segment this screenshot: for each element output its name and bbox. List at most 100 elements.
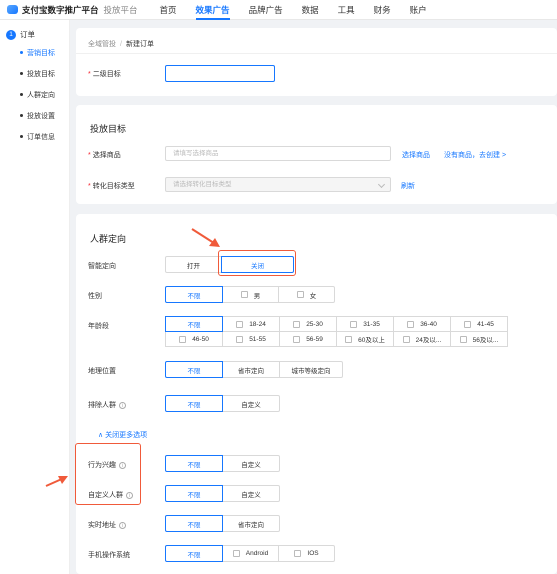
sidebar-item-marketing-goal[interactable]: 营销目标 <box>20 42 69 63</box>
age-option[interactable]: 46-50 <box>165 331 223 347</box>
annotation-arrow-icon <box>191 228 220 247</box>
step-number-badge: 1 <box>6 29 16 40</box>
phone-os-options: 不限 Android IOS <box>165 545 335 562</box>
os-android-option[interactable]: Android <box>222 545 279 562</box>
convert-type-select[interactable]: 请选择转化目标类型 <box>165 177 391 192</box>
nav-item-performance-ads[interactable]: 效果广告 <box>195 0 230 20</box>
brand[interactable]: 支付宝数字推广平台 投放平台 <box>7 4 138 16</box>
nav-item-tools[interactable]: 工具 <box>338 0 355 20</box>
step-sidebar: 1 订单 营销目标 投放目标 人群定向 投放设置 订单信息 <box>0 20 70 574</box>
exclude-crowd-options: 不限 自定义 <box>165 395 280 412</box>
age-option[interactable]: 24及以... <box>393 331 451 347</box>
age-option-any[interactable]: 不限 <box>165 316 223 332</box>
nav-item-account[interactable]: 账户 <box>410 0 427 20</box>
sidebar-item-order-info[interactable]: 订单信息 <box>20 126 69 147</box>
age-option[interactable]: 31-35 <box>336 316 394 332</box>
product-label: * 选择商品 <box>88 151 121 160</box>
top-nav-bar: 支付宝数字推广平台 投放平台 首页 效果广告 品牌广告 数据 工具 财务 账户 <box>0 0 557 20</box>
bullet-icon <box>20 135 23 138</box>
bullet-icon <box>20 72 23 75</box>
bullet-icon <box>20 51 23 54</box>
location-any-option[interactable]: 不限 <box>165 361 223 378</box>
nav-item-brand-ads[interactable]: 品牌广告 <box>249 0 283 20</box>
create-product-link[interactable]: 没有商品，去创建 > <box>444 150 506 160</box>
collapse-more-options-link[interactable]: ∧ 关闭更多选项 <box>98 430 147 440</box>
breadcrumb-current: 新建订单 <box>125 41 154 48</box>
behavior-any-option[interactable]: 不限 <box>165 455 223 472</box>
os-any-option[interactable]: 不限 <box>165 545 223 562</box>
info-icon: i <box>119 521 126 529</box>
sidebar-item-delivery-goal[interactable]: 投放目标 <box>20 63 69 84</box>
age-option[interactable]: 25-30 <box>279 316 337 332</box>
checkbox-icon <box>236 335 244 343</box>
exclude-crowd-label: 排除人群 i <box>88 400 126 410</box>
section-title-delivery: 投放目标 <box>90 124 127 134</box>
custom-crowd-custom-option[interactable]: 自定义 <box>222 485 280 502</box>
checkbox-icon <box>236 320 244 328</box>
age-option[interactable]: 18-24 <box>222 316 280 332</box>
gender-options: 不限 男 女 <box>165 286 335 303</box>
secondary-target-select[interactable] <box>165 65 275 82</box>
age-option[interactable]: 56及以... <box>450 331 508 347</box>
age-option[interactable]: 41-45 <box>450 316 508 332</box>
gender-any-option[interactable]: 不限 <box>165 286 223 303</box>
os-ios-option[interactable]: IOS <box>278 545 335 562</box>
checkbox-icon <box>407 320 415 328</box>
checkbox-icon <box>350 320 358 328</box>
secondary-target-label: * 二级目标 <box>88 70 121 79</box>
checkbox-icon <box>464 320 472 328</box>
smart-off-option[interactable]: 关闭 <box>221 256 294 273</box>
audience-card <box>76 214 557 574</box>
section-title-audience: 人群定向 <box>90 234 127 244</box>
bullet-icon <box>20 114 23 117</box>
nav-item-finance[interactable]: 财务 <box>374 0 391 20</box>
checkbox-icon <box>293 335 301 343</box>
age-option[interactable]: 56-59 <box>279 331 337 347</box>
location-city-level-option[interactable]: 城市等级定向 <box>279 361 343 378</box>
bullet-icon <box>20 93 23 96</box>
checkbox-icon <box>293 320 301 328</box>
checkbox-icon <box>294 550 302 557</box>
custom-crowd-any-option[interactable]: 不限 <box>165 485 223 502</box>
select-product-link[interactable]: 选择商品 <box>402 150 430 160</box>
step-label: 订单 <box>20 30 35 39</box>
age-option[interactable]: 51-55 <box>222 331 280 347</box>
step-order[interactable]: 1 订单 <box>6 29 69 40</box>
breadcrumb-separator: / <box>120 41 122 48</box>
gender-female-option[interactable]: 女 <box>278 286 335 303</box>
main-nav: 首页 效果广告 品牌广告 数据 工具 财务 账户 <box>160 0 446 20</box>
brand-name: 支付宝数字推广平台 <box>22 4 99 15</box>
annotation-arrow-icon <box>45 476 68 487</box>
exclude-any-option[interactable]: 不限 <box>165 395 223 412</box>
breadcrumb-root[interactable]: 全域管投 <box>88 41 116 48</box>
age-option[interactable]: 36-40 <box>393 316 451 332</box>
exclude-custom-option[interactable]: 自定义 <box>222 395 280 412</box>
realtime-any-option[interactable]: 不限 <box>165 515 223 532</box>
location-province-option[interactable]: 省市定向 <box>222 361 280 378</box>
smart-on-option[interactable]: 打开 <box>165 256 222 273</box>
smart-targeting-toggle: 打开 关闭 <box>165 256 294 273</box>
brand-subtitle: 投放平台 <box>103 4 138 15</box>
alipay-logo-icon <box>7 5 18 14</box>
behavior-custom-option[interactable]: 自定义 <box>222 455 280 472</box>
product-input[interactable]: 请填写选择商品 <box>165 146 391 161</box>
age-options: 不限 18-24 25-30 31-35 36-40 41-45 46-50 5… <box>165 316 508 347</box>
behavior-interest-options: 不限 自定义 <box>165 455 280 472</box>
divider <box>76 53 557 54</box>
convert-type-label: * 转化目标类型 <box>88 182 135 191</box>
convert-type-placeholder: 请选择转化目标类型 <box>173 181 232 188</box>
sidebar-item-settings[interactable]: 投放设置 <box>20 105 69 126</box>
realtime-address-options: 不限 省市定向 <box>165 515 280 532</box>
checkbox-icon <box>459 335 467 343</box>
custom-crowd-options: 不限 自定义 <box>165 485 280 502</box>
sidebar-item-audience[interactable]: 人群定向 <box>20 84 69 105</box>
nav-item-home[interactable]: 首页 <box>160 0 177 20</box>
realtime-province-option[interactable]: 省市定向 <box>222 515 280 532</box>
checkbox-icon <box>232 550 240 557</box>
age-option[interactable]: 60及以上 <box>336 331 394 347</box>
nav-item-data[interactable]: 数据 <box>302 0 319 20</box>
gender-male-option[interactable]: 男 <box>222 286 279 303</box>
refresh-link[interactable]: 刷新 <box>401 181 415 191</box>
phone-os-label: 手机操作系统 <box>88 552 130 559</box>
chevron-down-icon <box>377 180 386 189</box>
